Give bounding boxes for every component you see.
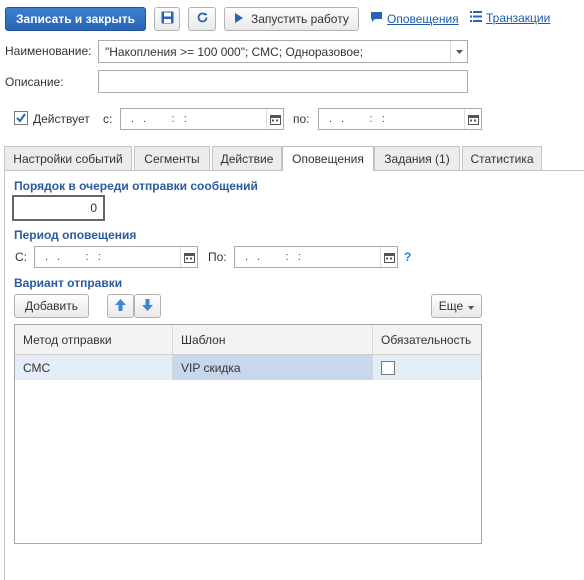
period-to-date-field[interactable]: . . : : bbox=[234, 246, 398, 268]
tab-label: Действие bbox=[220, 151, 274, 166]
column-header-template[interactable]: Шаблон bbox=[173, 325, 373, 355]
save-and-close-button[interactable]: Записать и закрыть bbox=[5, 7, 146, 31]
queue-order-field[interactable]: 0 bbox=[12, 195, 105, 221]
dropdown-chevron-icon[interactable] bbox=[450, 41, 467, 62]
required-checkbox[interactable] bbox=[381, 360, 395, 375]
active-to-date-value: . . : : bbox=[329, 113, 386, 125]
tab-statistics[interactable]: Статистика bbox=[462, 146, 542, 170]
table-row[interactable]: СМС VIP скидка bbox=[15, 355, 481, 380]
tab-label: Настройки событий bbox=[13, 151, 123, 166]
period-from-label: С: bbox=[15, 250, 27, 264]
from-label: с: bbox=[103, 112, 113, 126]
active-from-date-value: . . : : bbox=[131, 113, 188, 125]
tab-label: Оповещения bbox=[292, 152, 364, 166]
checkmark-icon bbox=[16, 113, 26, 123]
tab-notifications[interactable]: Оповещения bbox=[282, 146, 374, 171]
run-job-button[interactable]: Запустить работу bbox=[224, 7, 359, 31]
chat-icon bbox=[370, 11, 383, 26]
run-job-label: Запустить работу bbox=[251, 12, 349, 26]
refresh-button[interactable] bbox=[188, 7, 216, 31]
queue-order-title: Порядок в очереди отправки сообщений bbox=[14, 179, 258, 193]
name-value: "Накопления >= 100 000"; СМС; Одноразово… bbox=[105, 44, 364, 59]
active-to-date-field[interactable]: . . : : bbox=[318, 108, 482, 130]
cell-method[interactable]: СМС bbox=[15, 355, 173, 380]
calendar-icon[interactable] bbox=[464, 109, 481, 129]
tab-label: Задания (1) bbox=[384, 151, 450, 166]
notifications-link-label: Оповещения bbox=[387, 11, 459, 26]
tab-label: Статистика bbox=[470, 151, 534, 166]
column-header-required[interactable]: Обязательность bbox=[373, 325, 481, 355]
period-to-label: По: bbox=[208, 250, 227, 264]
send-variants-table: Метод отправки Шаблон Обязательность СМС… bbox=[14, 324, 482, 544]
arrow-down-icon bbox=[142, 298, 153, 314]
name-label: Наименование: bbox=[5, 44, 92, 58]
calendar-icon[interactable] bbox=[266, 109, 283, 129]
list-icon bbox=[470, 11, 482, 25]
queue-order-value: 0 bbox=[90, 201, 97, 215]
transactions-link[interactable]: Транзакции bbox=[470, 11, 550, 25]
active-checkbox[interactable] bbox=[14, 111, 28, 125]
add-button[interactable]: Добавить bbox=[14, 294, 89, 318]
calendar-icon[interactable] bbox=[380, 247, 397, 267]
period-from-date-field[interactable]: . . : : bbox=[34, 246, 198, 268]
column-header-method[interactable]: Метод отправки bbox=[15, 325, 173, 355]
period-title: Период оповещения bbox=[14, 228, 137, 242]
cell-required[interactable] bbox=[373, 355, 481, 380]
tab-event-settings[interactable]: Настройки событий bbox=[4, 146, 132, 170]
arrow-up-icon bbox=[115, 298, 126, 314]
refresh-icon bbox=[196, 11, 209, 27]
description-label: Описание: bbox=[5, 75, 64, 89]
move-down-button[interactable] bbox=[134, 294, 161, 318]
save-and-close-label: Записать и закрыть bbox=[16, 12, 135, 26]
description-field[interactable] bbox=[98, 70, 468, 93]
play-icon bbox=[235, 12, 243, 26]
save-button[interactable] bbox=[154, 7, 180, 31]
period-to-date-value: . . : : bbox=[245, 251, 302, 263]
tab-tasks[interactable]: Задания (1) bbox=[374, 146, 460, 170]
to-label: по: bbox=[293, 112, 310, 126]
floppy-icon bbox=[161, 11, 174, 27]
add-button-label: Добавить bbox=[24, 299, 79, 313]
chevron-down-icon bbox=[468, 299, 475, 313]
table-header: Метод отправки Шаблон Обязательность bbox=[15, 325, 481, 355]
active-label: Действует bbox=[33, 112, 90, 126]
help-icon[interactable]: ? bbox=[404, 250, 411, 264]
active-from-date-field[interactable]: . . : : bbox=[120, 108, 284, 130]
tab-action[interactable]: Действие bbox=[212, 146, 282, 170]
period-from-date-value: . . : : bbox=[45, 251, 102, 263]
calendar-icon[interactable] bbox=[180, 247, 197, 267]
move-up-button[interactable] bbox=[107, 294, 134, 318]
more-button-label: Еще bbox=[438, 299, 464, 313]
more-button[interactable]: Еще bbox=[431, 294, 482, 318]
variant-title: Вариант отправки bbox=[14, 276, 123, 290]
transactions-link-label: Транзакции bbox=[486, 11, 551, 25]
notifications-link[interactable]: Оповещения bbox=[370, 11, 459, 26]
tab-segments[interactable]: Сегменты bbox=[134, 146, 210, 170]
cell-template[interactable]: VIP скидка bbox=[173, 355, 373, 380]
name-field[interactable]: "Накопления >= 100 000"; СМС; Одноразово… bbox=[98, 40, 468, 63]
tab-label: Сегменты bbox=[144, 151, 200, 166]
